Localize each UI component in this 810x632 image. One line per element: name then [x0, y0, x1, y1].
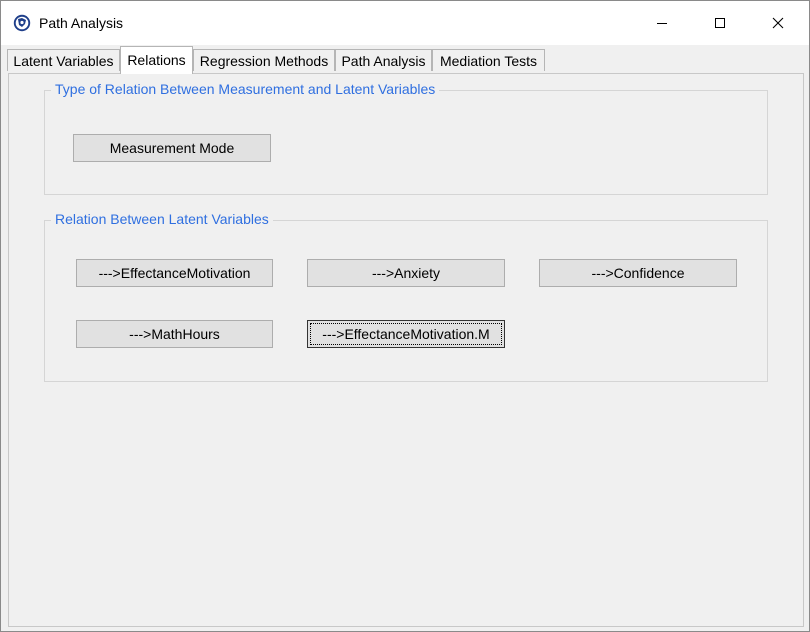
relations-tab-panel: Type of Relation Between Measurement and… — [8, 73, 804, 627]
relation-confidence-button[interactable]: --->Confidence — [539, 259, 737, 287]
focus-ring — [310, 323, 502, 345]
relation-effectance-motivation-m-button[interactable]: --->EffectanceMotivation.M — [307, 320, 505, 348]
measurement-relation-group: Type of Relation Between Measurement and… — [44, 81, 768, 195]
tab-strip: Latent Variables Relations Regression Me… — [1, 45, 809, 74]
tab-mediation-tests[interactable]: Mediation Tests — [432, 49, 545, 71]
latent-relation-group: Relation Between Latent Variables --->Ef… — [44, 211, 768, 382]
close-button[interactable] — [749, 1, 807, 45]
app-globe-icon — [13, 14, 31, 32]
relation-anxiety-button[interactable]: --->Anxiety — [307, 259, 505, 287]
measurement-mode-button[interactable]: Measurement Mode — [73, 134, 271, 162]
relation-effectance-motivation-button[interactable]: --->EffectanceMotivation — [76, 259, 273, 287]
window-title: Path Analysis — [39, 15, 124, 31]
tab-regression-methods[interactable]: Regression Methods — [193, 49, 335, 71]
relation-math-hours-button[interactable]: --->MathHours — [76, 320, 273, 348]
maximize-icon — [715, 18, 725, 28]
close-icon — [772, 17, 784, 29]
tab-latent-variables[interactable]: Latent Variables — [7, 49, 120, 71]
minimize-icon — [657, 23, 667, 24]
path-analysis-window: Path Analysis Latent Variables Relations… — [0, 0, 810, 632]
measurement-relation-group-title: Type of Relation Between Measurement and… — [51, 81, 440, 97]
title-bar[interactable]: Path Analysis — [1, 1, 809, 45]
minimize-button[interactable] — [633, 1, 691, 45]
tab-path-analysis[interactable]: Path Analysis — [335, 49, 432, 71]
latent-relation-group-title: Relation Between Latent Variables — [51, 211, 273, 227]
tab-relations[interactable]: Relations — [120, 46, 193, 74]
maximize-button[interactable] — [691, 1, 749, 45]
